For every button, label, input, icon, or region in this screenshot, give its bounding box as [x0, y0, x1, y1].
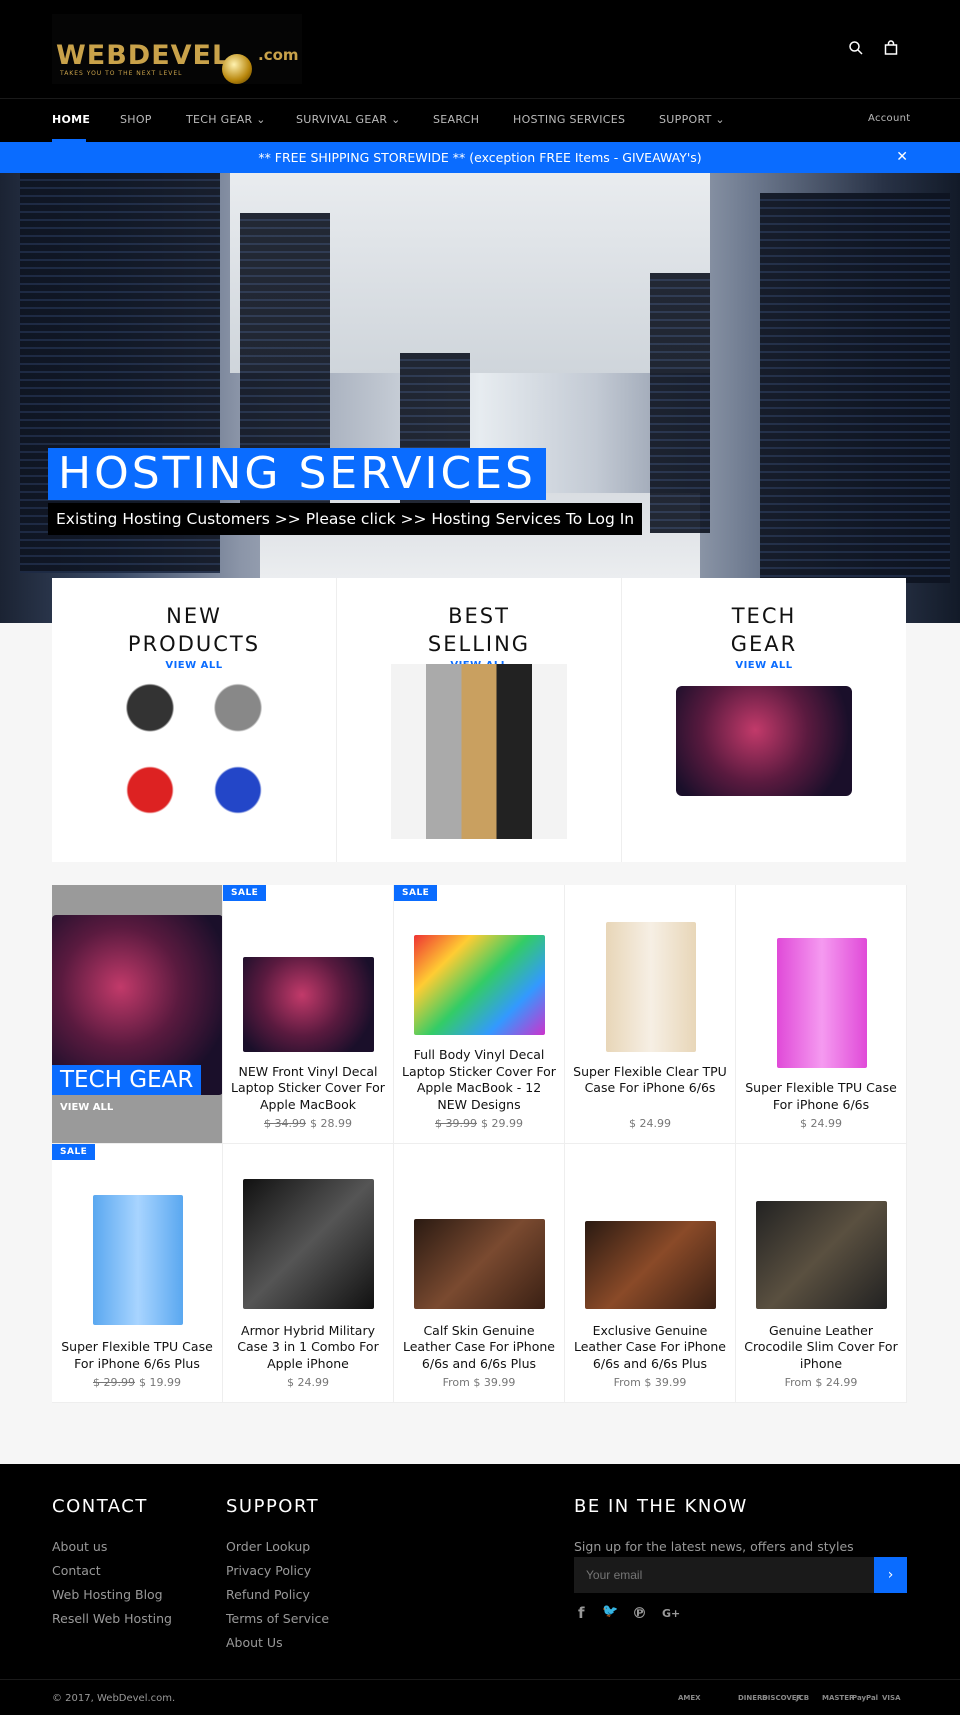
product-card[interactable]: Super Flexible Clear TPU Case For iPhone…: [565, 885, 736, 1144]
product-card[interactable]: SALE NEW Front Vinyl Decal Laptop Sticke…: [223, 885, 394, 1144]
product-title[interactable]: NEW Front Vinyl Decal Laptop Sticker Cov…: [231, 1064, 385, 1114]
product-card[interactable]: Genuine Leather Crocodile Slim Cover For…: [736, 1144, 907, 1403]
payment-icon-paypal: PayPal: [852, 1694, 879, 1702]
newsletter-heading: BE IN THE KNOW: [574, 1496, 748, 1517]
footer-link[interactable]: Resell Web Hosting: [52, 1611, 172, 1626]
collection-best-selling[interactable]: BESTSELLING VIEW ALL: [337, 578, 622, 862]
product-image: [605, 921, 696, 1052]
view-all-link[interactable]: VIEW ALL: [622, 660, 906, 671]
collection-image: [391, 664, 567, 839]
nav-survival-gear[interactable]: SURVIVAL GEAR ⌄: [296, 113, 401, 126]
footer-contact-heading: CONTACT: [52, 1496, 148, 1517]
product-price: $ 39.99 $ 29.99: [435, 1117, 523, 1130]
product-title[interactable]: Exclusive Genuine Leather Case For iPhon…: [573, 1323, 727, 1373]
view-all-link[interactable]: VIEW ALL: [60, 1102, 113, 1113]
product-image: [776, 938, 867, 1068]
footer-link[interactable]: Order Lookup: [226, 1539, 310, 1554]
product-card[interactable]: Super Flexible TPU Case For iPhone 6/6s …: [736, 885, 907, 1144]
compare-at-price: $ 39.99: [435, 1117, 477, 1130]
google-plus-icon[interactable]: G+: [662, 1607, 680, 1620]
product-price: From $ 39.99: [613, 1376, 687, 1389]
copyright: © 2017, WebDevel.com.: [52, 1693, 176, 1704]
collection-list: NEWPRODUCTS VIEW ALL BESTSELLING VIEW AL…: [52, 578, 906, 862]
footer-link[interactable]: Privacy Policy: [226, 1563, 311, 1578]
hero-slideshow[interactable]: [0, 173, 960, 623]
logo[interactable]: WEBDEVEL .com TAKES YOU TO THE NEXT LEVEL: [52, 14, 302, 84]
footer-link[interactable]: About Us: [226, 1635, 283, 1650]
footer-link[interactable]: About us: [52, 1539, 107, 1554]
twitter-icon[interactable]: 🐦: [602, 1604, 618, 1619]
featured-collection-tech-gear[interactable]: TECH GEAR VIEW ALL: [52, 885, 223, 1144]
subscribe-button[interactable]: ›: [874, 1557, 907, 1593]
product-title[interactable]: Full Body Vinyl Decal Laptop Sticker Cov…: [402, 1047, 556, 1113]
product-image: [414, 935, 545, 1035]
product-image: [243, 956, 374, 1052]
main-nav: HOME SHOP TECH GEAR ⌄ SURVIVAL GEAR ⌄ SE…: [0, 98, 960, 142]
sale-badge: SALE: [52, 1144, 96, 1160]
product-price: $ 24.99: [287, 1376, 329, 1389]
payment-icon-visa: VISA: [882, 1694, 901, 1702]
product-price: From $ 24.99: [784, 1376, 858, 1389]
sale-badge: SALE: [394, 885, 438, 901]
product-title[interactable]: Super Flexible TPU Case For iPhone 6/6s: [744, 1080, 898, 1113]
product-card[interactable]: SALE Full Body Vinyl Decal Laptop Sticke…: [394, 885, 565, 1144]
product-card[interactable]: Exclusive Genuine Leather Case For iPhon…: [565, 1144, 736, 1403]
product-card[interactable]: SALE Super Flexible TPU Case For iPhone …: [52, 1144, 223, 1403]
nav-shop[interactable]: SHOP: [120, 113, 152, 126]
payment-icon-master: MASTER: [822, 1694, 855, 1702]
product-title[interactable]: Genuine Leather Crocodile Slim Cover For…: [744, 1323, 898, 1373]
product-price: $ 24.99: [629, 1117, 671, 1130]
product-price: $ 24.99: [800, 1117, 842, 1130]
site-footer: CONTACT SUPPORT BE IN THE KNOW About us C…: [0, 1464, 960, 1715]
collection-image: [106, 664, 282, 839]
collection-tech-gear[interactable]: TECH GEAR VIEW ALL: [622, 578, 906, 862]
product-card[interactable]: Calf Skin Genuine Leather Case For iPhon…: [394, 1144, 565, 1403]
product-card[interactable]: Armor Hybrid Military Case 3 in 1 Combo …: [223, 1144, 394, 1403]
product-title[interactable]: Armor Hybrid Military Case 3 in 1 Combo …: [231, 1323, 385, 1373]
product-price: $ 29.99 $ 19.99: [93, 1376, 181, 1389]
footer-link[interactable]: Web Hosting Blog: [52, 1587, 163, 1602]
nav-search[interactable]: SEARCH: [433, 113, 479, 126]
hero-subtitle[interactable]: Existing Hosting Customers >> Please cli…: [48, 503, 643, 535]
compare-at-price: $ 34.99: [264, 1117, 306, 1130]
cart-icon[interactable]: [883, 40, 899, 56]
footer-divider: [0, 1679, 960, 1680]
featured-title: TECH GEAR: [52, 1065, 202, 1095]
footer-link[interactable]: Contact: [52, 1563, 101, 1578]
footer-link[interactable]: Terms of Service: [226, 1611, 329, 1626]
nav-hosting-services[interactable]: HOSTING SERVICES: [513, 113, 625, 126]
facebook-icon[interactable]: f: [578, 1604, 585, 1622]
compare-at-price: $ 29.99: [93, 1376, 135, 1389]
collection-image: [676, 686, 852, 796]
footer-link[interactable]: Refund Policy: [226, 1587, 310, 1602]
product-title[interactable]: Super Flexible TPU Case For iPhone 6/6s …: [60, 1339, 214, 1372]
pinterest-icon[interactable]: ℗: [632, 1604, 647, 1622]
product-image: [585, 1220, 716, 1309]
collection-new-products[interactable]: NEWPRODUCTS VIEW ALL: [52, 578, 337, 862]
product-price: $ 34.99 $ 28.99: [264, 1117, 352, 1130]
nav-tech-gear[interactable]: TECH GEAR ⌄: [186, 113, 266, 126]
nav-support[interactable]: SUPPORT ⌄: [659, 113, 725, 126]
product-image: [756, 1200, 887, 1309]
announcement-bar: ** FREE SHIPPING STOREWIDE ** (exception…: [0, 142, 960, 173]
nav-account[interactable]: Account: [868, 113, 910, 124]
close-icon[interactable]: ✕: [896, 142, 908, 173]
hero-title[interactable]: HOSTING SERVICES: [48, 448, 546, 500]
product-price: From $ 39.99: [442, 1376, 516, 1389]
sale-badge: SALE: [223, 885, 267, 901]
search-icon[interactable]: [848, 40, 864, 56]
footer-support-heading: SUPPORT: [226, 1496, 320, 1517]
product-title[interactable]: Super Flexible Clear TPU Case For iPhone…: [573, 1064, 727, 1097]
email-input[interactable]: [574, 1557, 874, 1593]
payment-icon-amex: AMEX: [678, 1694, 701, 1702]
product-image: [414, 1218, 545, 1309]
newsletter-text: Sign up for the latest news, offers and …: [574, 1539, 854, 1554]
product-grid: TECH GEAR VIEW ALL SALE NEW Front Vinyl …: [52, 885, 907, 1403]
product-image: [243, 1178, 374, 1309]
product-image: [92, 1195, 183, 1325]
nav-home[interactable]: HOME: [52, 113, 90, 126]
site-header: WEBDEVEL .com TAKES YOU TO THE NEXT LEVEL: [0, 0, 960, 98]
payment-icon-jcb: JCB: [796, 1694, 810, 1702]
product-title[interactable]: Calf Skin Genuine Leather Case For iPhon…: [402, 1323, 556, 1373]
